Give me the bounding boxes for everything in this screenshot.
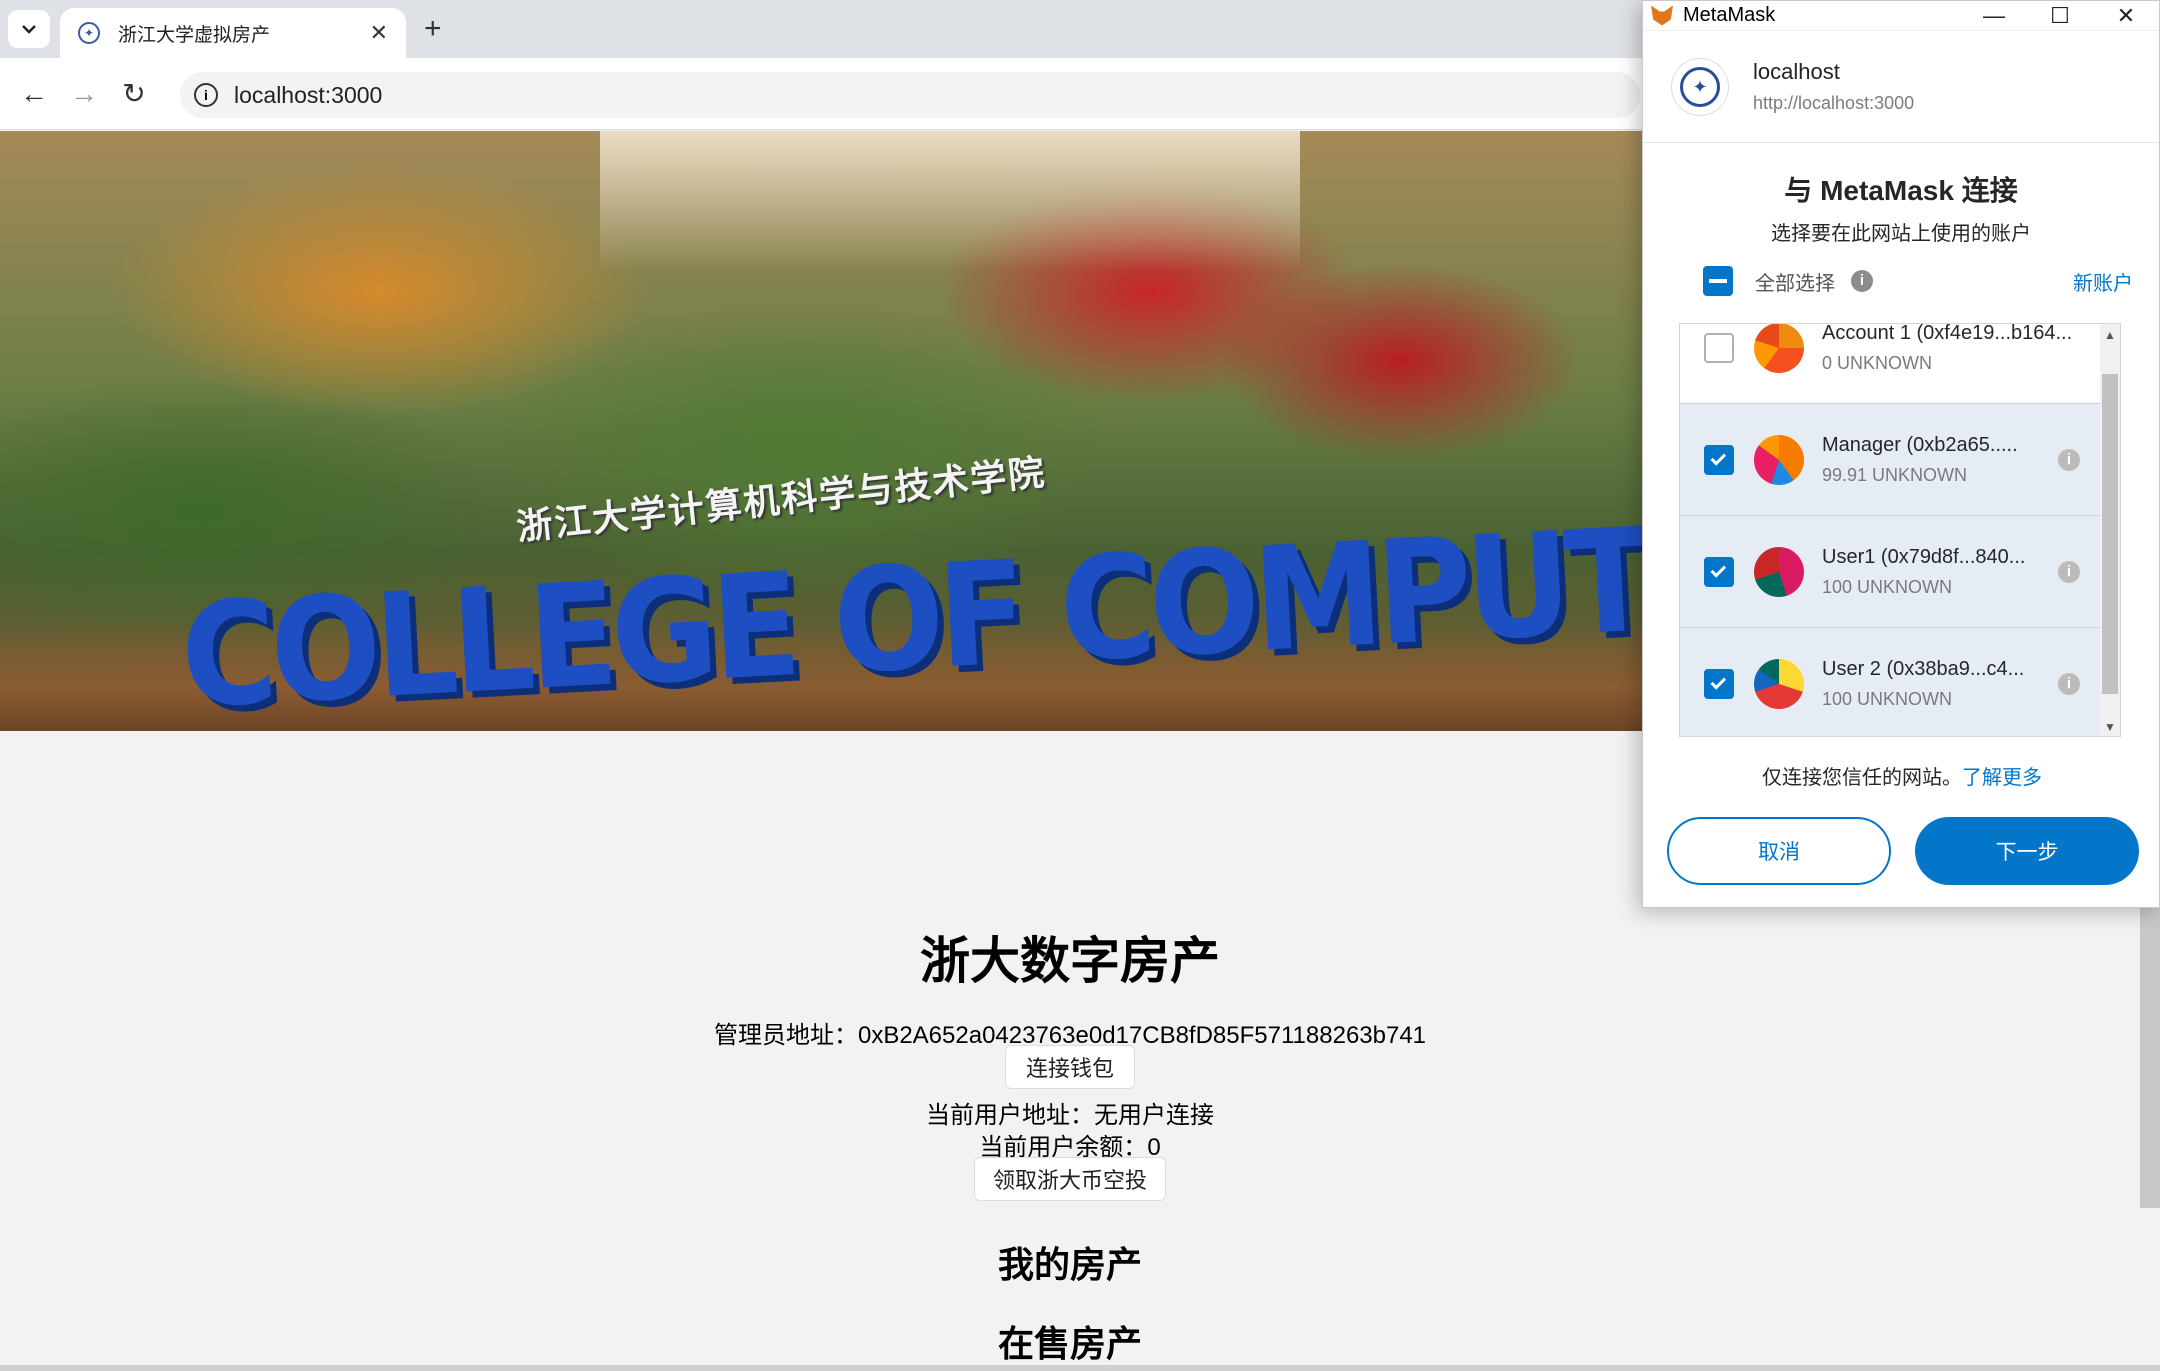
tab-title: 浙江大学虚拟房产 [118,24,271,46]
university-emblem-icon: ✦ [1680,66,1720,107]
scrollbar-thumb[interactable] [2102,374,2118,694]
admin-address-label: 管理员地址： [713,1022,858,1049]
next-button[interactable]: 下一步 [1915,817,2139,885]
site-logo: ✦ [1671,57,1729,116]
admin-address-value: 0xB2A652a0423763e0d17CB8fD85F571188263b7… [857,1022,1427,1049]
account-list: Account 1 (0xf4e19...b164... 0 UNKNOWN M… [1679,323,2121,737]
account-name: User1 (0x79d8f...840... [1822,545,2026,568]
account-info-icon[interactable]: i [2058,560,2080,583]
site-name: localhost [1753,59,1840,84]
learn-more-link[interactable]: 了解更多 [1962,767,2042,789]
metamask-window-title: MetaMask [1683,4,1776,26]
maximize-icon[interactable]: ☐ [2027,3,2093,29]
forward-arrow-icon[interactable]: → [66,76,102,112]
account-info-icon[interactable]: i [2058,672,2080,695]
current-user-label: 当前用户地址： [926,1102,1094,1129]
metamask-window: MetaMask — ☐ ✕ ✦ localhost http://localh… [1642,0,2160,908]
info-icon[interactable]: i [1851,270,1873,292]
site-favicon-icon: ✦ [78,22,100,44]
airdrop-button[interactable]: 领取浙大币空投 [974,1157,1166,1201]
account-item[interactable]: Account 1 (0xf4e19...b164... 0 UNKNOWN [1680,323,2102,404]
on-sale-heading: 在售房产 [997,1323,1142,1364]
window-bottom-edge [0,1365,2160,1371]
account-name: Account 1 (0xf4e19...b164... [1822,323,2073,344]
connect-heading: 与 MetaMask 连接 [1784,175,2018,206]
scroll-down-arrow-icon[interactable]: ▼ [2104,720,2116,734]
select-all-checkbox[interactable] [1703,266,1733,296]
account-balance: 99.91 UNKNOWN [1822,464,1968,485]
page-title: 浙大数字房产 [920,933,1220,989]
select-all-label: 全部选择 [1755,272,1835,295]
banner-image: 浙江大学计算机科学与技术学院 COLLEGE OF COMPUTER SCIEN [0,131,1648,731]
account-checkbox[interactable] [1704,332,1734,363]
account-name: Manager (0xb2a65..... [1822,433,2018,456]
connecting-site: ✦ localhost http://localhost:3000 [1643,31,2159,143]
browser-tab[interactable]: ✦ 浙江大学虚拟房产 ✕ [60,8,406,58]
site-url: http://localhost:3000 [1753,93,1915,113]
close-tab-icon[interactable]: ✕ [370,20,388,46]
account-balance: 100 UNKNOWN [1822,576,1953,597]
account-item[interactable]: User 2 (0x38ba9...c4... 100 UNKNOWN i [1680,628,2102,736]
account-avatar-icon [1754,324,1804,373]
minimize-icon[interactable]: — [1961,3,2027,29]
banner-sky [600,131,1300,271]
trust-text: 仅连接您信任的网站。 [1762,767,1962,789]
close-window-icon[interactable]: ✕ [2093,3,2159,29]
cancel-button[interactable]: 取消 [1667,817,1891,885]
my-property-heading: 我的房产 [997,1244,1142,1285]
page-scrollbar[interactable] [2140,908,2160,1208]
back-arrow-icon[interactable]: ← [16,76,52,112]
current-user-value: 无用户连接 [1094,1102,1214,1129]
reload-icon[interactable]: ↻ [116,76,152,112]
select-all-row: 全部选择 i 新账户 [1703,263,2133,299]
account-list-scrollbar[interactable]: ▲ ▼ [2100,324,2120,736]
current-user-line: 当前用户地址：无用户连接 [0,1095,2140,1130]
address-bar[interactable]: i localhost:3000 [180,72,1640,118]
address-url: localhost:3000 [234,81,383,108]
account-item[interactable]: User1 (0x79d8f...840... 100 UNKNOWN i [1680,516,2102,628]
account-info-icon[interactable]: i [2058,448,2080,471]
account-avatar-icon [1754,546,1804,597]
scroll-up-arrow-icon[interactable]: ▲ [2104,328,2116,342]
new-tab-icon[interactable]: + [424,12,442,46]
account-checkbox[interactable] [1704,668,1734,699]
metamask-titlebar: MetaMask — ☐ ✕ [1643,1,2159,31]
metamask-fox-icon [1651,5,1673,26]
connect-wallet-button[interactable]: 连接钱包 [1005,1045,1135,1089]
chevron-down-icon [22,25,36,34]
new-account-link[interactable]: 新账户 [2073,267,2133,296]
account-item[interactable]: Manager (0xb2a65..... 99.91 UNKNOWN i [1680,404,2102,516]
account-name: User 2 (0x38ba9...c4... [1822,657,2025,680]
trust-notice: 仅连接您信任的网站。了解更多 [1643,761,2160,790]
site-info-icon[interactable]: i [194,83,218,107]
account-avatar-icon [1754,434,1804,485]
account-balance: 0 UNKNOWN [1822,352,1933,373]
account-checkbox[interactable] [1704,444,1734,475]
account-balance: 100 UNKNOWN [1822,688,1953,709]
account-checkbox[interactable] [1704,556,1734,587]
tab-search-button[interactable] [8,10,50,48]
account-avatar-icon [1754,658,1804,709]
connect-subheading: 选择要在此网站上使用的账户 [1771,223,2031,245]
